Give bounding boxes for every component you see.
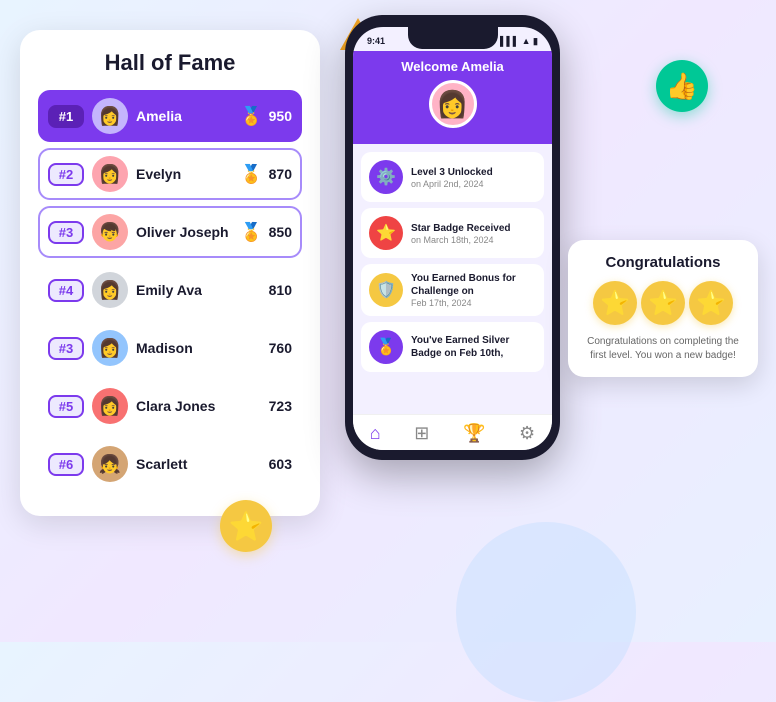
nav-home-icon[interactable]: ⌂ bbox=[370, 423, 381, 444]
thumbs-up-badge: 👍 bbox=[656, 60, 708, 112]
activity-item-2[interactable]: ⭐ Star Badge Received on March 18th, 202… bbox=[361, 208, 544, 258]
activity-text-3: You Earned Bonus for Challenge on Feb 17… bbox=[411, 272, 536, 308]
phone-mockup: 9:41 ▌▌▌ ▲ ▮ Welcome Amelia 👩 ⚙️ Level 3… bbox=[345, 15, 560, 460]
rank-badge-3: #3 bbox=[48, 221, 84, 244]
avatar-6: 👩 bbox=[92, 388, 128, 424]
hof-score-6: 723 bbox=[269, 398, 292, 414]
phone-icons: ▌▌▌ ▲ ▮ bbox=[500, 36, 538, 47]
medal-icon-1: 🏅 bbox=[240, 106, 262, 127]
hof-name-2: Evelyn bbox=[136, 166, 240, 182]
phone-nav: ⌂ ⊞ 🏆 ⚙ bbox=[353, 414, 552, 450]
activity-icon-3: 🛡️ bbox=[369, 273, 403, 307]
activity-item-3[interactable]: 🛡️ You Earned Bonus for Challenge on Feb… bbox=[361, 264, 544, 316]
phone-notch bbox=[408, 27, 498, 49]
hof-name-6: Clara Jones bbox=[136, 398, 269, 414]
hof-row-1[interactable]: #1 👩 Amelia 🏅 950 bbox=[38, 90, 302, 142]
congrats-title: Congratulations bbox=[582, 254, 744, 271]
avatar-1: 👩 bbox=[92, 98, 128, 134]
hof-name-3: Oliver Joseph bbox=[136, 224, 240, 240]
hall-of-fame-card: Hall of Fame #1 👩 Amelia 🏅 950 #2 👩 Evel… bbox=[20, 30, 320, 516]
star-decoration: ⭐ bbox=[220, 500, 272, 552]
avatar-3: 👦 bbox=[92, 214, 128, 250]
activity-icon-1: ⚙️ bbox=[369, 160, 403, 194]
circle-decoration bbox=[456, 522, 636, 702]
hof-title: Hall of Fame bbox=[38, 50, 302, 76]
avatar-2: 👩 bbox=[92, 156, 128, 192]
phone-content: ⚙️ Level 3 Unlocked on April 2nd, 2024 ⭐… bbox=[353, 144, 552, 427]
star-1: ⭐ bbox=[593, 281, 637, 325]
medal-icon-2: 🏅 bbox=[240, 164, 262, 185]
phone-welcome: Welcome Amelia bbox=[365, 59, 540, 74]
avatar-5: 👩 bbox=[92, 330, 128, 366]
rank-badge-2: #2 bbox=[48, 163, 84, 186]
nav-settings-icon[interactable]: ⚙ bbox=[519, 423, 535, 444]
activity-text-4: You've Earned Silver Badge on Feb 10th, bbox=[411, 334, 536, 360]
activity-item-4[interactable]: 🏅 You've Earned Silver Badge on Feb 10th… bbox=[361, 322, 544, 372]
star-3: ⭐ bbox=[689, 281, 733, 325]
star-2: ⭐ bbox=[641, 281, 685, 325]
hof-row-3[interactable]: #3 👦 Oliver Joseph 🏅 850 bbox=[38, 206, 302, 258]
rank-badge-6: #5 bbox=[48, 395, 84, 418]
activity-text-2: Star Badge Received on March 18th, 2024 bbox=[411, 222, 511, 245]
phone-avatar: 👩 bbox=[429, 80, 477, 128]
rank-badge-1: #1 bbox=[48, 105, 84, 128]
phone-time: 9:41 bbox=[367, 36, 385, 46]
rank-badge-5: #3 bbox=[48, 337, 84, 360]
hof-row-2[interactable]: #2 👩 Evelyn 🏅 870 bbox=[38, 148, 302, 200]
hof-score-3: 850 bbox=[269, 224, 292, 240]
avatar-4: 👩 bbox=[92, 272, 128, 308]
hof-name-4: Emily Ava bbox=[136, 282, 269, 298]
activity-icon-2: ⭐ bbox=[369, 216, 403, 250]
hof-row-6[interactable]: #5 👩 Clara Jones 723 bbox=[38, 380, 302, 432]
hof-row-7[interactable]: #6 👧 Scarlett 603 bbox=[38, 438, 302, 490]
avatar-7: 👧 bbox=[92, 446, 128, 482]
rank-badge-7: #6 bbox=[48, 453, 84, 476]
phone-screen: 9:41 ▌▌▌ ▲ ▮ Welcome Amelia 👩 ⚙️ Level 3… bbox=[353, 27, 552, 450]
hof-score-1: 950 bbox=[269, 108, 292, 124]
hof-score-2: 870 bbox=[269, 166, 292, 182]
phone-header: Welcome Amelia 👩 bbox=[353, 51, 552, 144]
nav-activity-icon[interactable]: ⊞ bbox=[414, 423, 429, 444]
hof-row-5[interactable]: #3 👩 Madison 760 bbox=[38, 322, 302, 374]
stars-row: ⭐ ⭐ ⭐ bbox=[582, 281, 744, 325]
hof-score-7: 603 bbox=[269, 456, 292, 472]
medal-icon-3: 🏅 bbox=[240, 222, 262, 243]
hof-row-4[interactable]: #4 👩 Emily Ava 810 bbox=[38, 264, 302, 316]
hof-score-4: 810 bbox=[269, 282, 292, 298]
activity-item-1[interactable]: ⚙️ Level 3 Unlocked on April 2nd, 2024 bbox=[361, 152, 544, 202]
hof-name-7: Scarlett bbox=[136, 456, 269, 472]
activity-icon-4: 🏅 bbox=[369, 330, 403, 364]
congratulations-card: Congratulations ⭐ ⭐ ⭐ Congratulations on… bbox=[568, 240, 758, 377]
congrats-text: Congratulations on completing the first … bbox=[582, 335, 744, 363]
rank-badge-4: #4 bbox=[48, 279, 84, 302]
nav-trophy-icon[interactable]: 🏆 bbox=[463, 423, 485, 444]
hof-score-5: 760 bbox=[269, 340, 292, 356]
activity-text-1: Level 3 Unlocked on April 2nd, 2024 bbox=[411, 166, 493, 189]
hof-name-5: Madison bbox=[136, 340, 269, 356]
hof-name-1: Amelia bbox=[136, 108, 240, 124]
